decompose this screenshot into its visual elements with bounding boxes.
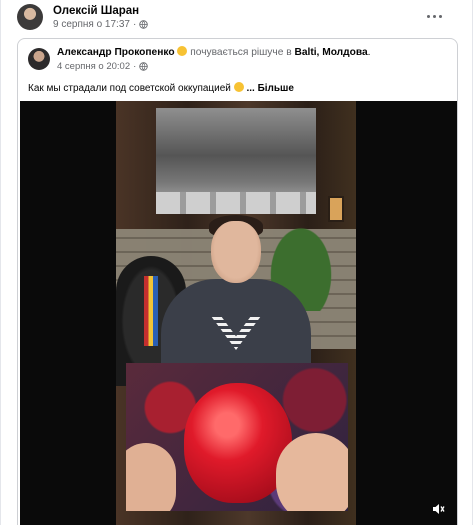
- apple-overlay: [126, 363, 348, 511]
- emoji-icon: [233, 82, 244, 92]
- ribbons: [144, 276, 158, 346]
- post-header: Олексій Шаран 9 серпня о 17:37 ·: [17, 4, 460, 34]
- video-player[interactable]: [20, 101, 457, 525]
- post-timestamp[interactable]: 9 серпня о 17:37: [53, 18, 130, 31]
- determined-emoji-icon: [177, 46, 188, 56]
- post-header-text: Олексій Шаран 9 серпня о 17:37 ·: [53, 4, 149, 31]
- more-options-icon[interactable]: [424, 10, 444, 22]
- see-more-link[interactable]: ... Більше: [246, 83, 293, 94]
- wall-photo: [156, 108, 316, 214]
- presenter-head: [211, 221, 261, 283]
- author-name[interactable]: Олексій Шаран: [53, 4, 148, 18]
- shared-author-avatar[interactable]: [28, 48, 50, 70]
- feeling-text: почувається рішуче в: [190, 47, 292, 58]
- feed-post-card: Олексій Шаран 9 серпня о 17:37 · Алексан…: [0, 0, 473, 525]
- lamp: [328, 196, 344, 222]
- post-meta: 9 серпня о 17:37 ·: [53, 18, 149, 31]
- globe-icon[interactable]: [139, 62, 149, 71]
- post-body: Как мы страдали под советской оккупацией: [28, 83, 231, 94]
- video-frame: [116, 101, 356, 525]
- author-avatar[interactable]: [17, 4, 43, 30]
- location-link[interactable]: Balti, Молдова: [294, 47, 367, 58]
- shared-post-text: Как мы страдали под советской оккупацией…: [28, 82, 294, 94]
- volume-icon[interactable]: [431, 502, 445, 516]
- shared-post: Александр Прокопенко почувається рішуче …: [17, 38, 458, 525]
- globe-icon[interactable]: [139, 20, 149, 29]
- shared-post-meta: 4 серпня о 20:02 ·: [57, 60, 370, 73]
- shared-post-timestamp[interactable]: 4 серпня о 20:02: [57, 60, 130, 73]
- shared-author-line: Александр Прокопенко почувається рішуче …: [57, 46, 371, 58]
- shared-post-header: Александр Прокопенко почувається рішуче …: [28, 46, 447, 76]
- shared-author-name[interactable]: Александр Прокопенко: [57, 47, 175, 58]
